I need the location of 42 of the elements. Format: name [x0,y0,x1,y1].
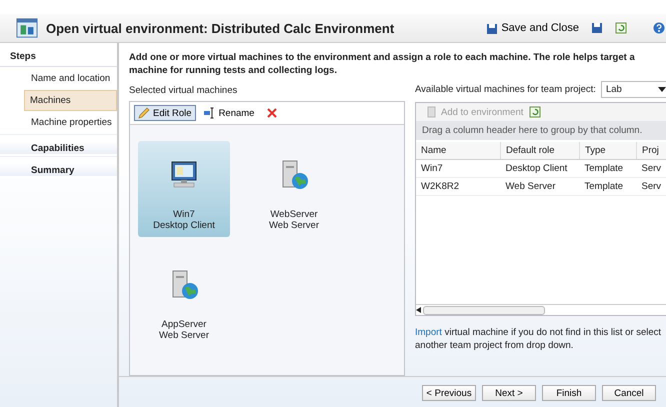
table-cell: Template [580,160,636,178]
step-item[interactable]: Capabilities [0,134,117,155]
step-item[interactable]: Summary [0,156,117,177]
step-item[interactable]: Name and location [0,68,117,89]
column-header[interactable]: Default role [500,142,580,160]
edit-role-button[interactable]: Edit Role [134,105,196,121]
import-link[interactable]: Import [415,327,442,338]
step-item[interactable]: Machine properties [0,112,117,133]
machine-name: WebServer [270,209,318,220]
machine-role: Web Server [269,220,319,231]
machine-role: Desktop Client [153,220,215,231]
available-machines-label: Available virtual machines for team project: [415,84,596,95]
table-cell: W2K8R2 [416,178,500,196]
table-cell: Serv [636,178,666,196]
selected-machines-label: Selected virtual machines [129,85,238,96]
table-cell: Web Server [500,178,580,196]
project-dropdown[interactable]: Lab [600,81,666,98]
machine-role: Web Server [159,330,209,341]
rename-button[interactable]: Rename [200,105,258,121]
table-cell: Win7 [416,160,500,178]
window-title: Open virtual environment: Distributed Calc Environment [46,20,394,36]
table-cell: Template [580,178,636,196]
table-cell: Desktop Client [500,160,580,178]
description-text: Add one or more virtual machines to the environment and assign a role to each machine. The role helps target a machine for running tests and collecting logs. [129,51,636,77]
save-and-close-button[interactable]: Save and Close [486,22,579,34]
wizard-button[interactable]: Cancel [602,385,656,401]
machine-tile[interactable]: WebServer Web Server [248,141,340,237]
column-header[interactable]: Type [580,142,636,160]
machine-name: Win7 [173,209,195,220]
steps-heading: Steps [0,51,117,67]
table-cell: Serv [636,160,666,178]
machine-tile[interactable]: Win7 Desktop Client [138,141,230,237]
column-header[interactable]: Proj [636,142,666,160]
step-item[interactable]: Machines [24,90,117,111]
wizard-button[interactable]: < Previous [422,385,476,401]
wizard-button[interactable]: Finish [542,385,596,401]
wizard-button[interactable]: Next > [482,385,536,401]
column-header[interactable]: Name [416,142,500,160]
machine-name: AppServer [162,319,206,330]
group-by-hint: Drag a column header here to group by that column. [416,121,666,140]
import-text: Import virtual machine if you do not find in this list or select another team project from drop down. [415,326,662,352]
machine-tile[interactable]: AppServer Web Server [138,251,230,347]
